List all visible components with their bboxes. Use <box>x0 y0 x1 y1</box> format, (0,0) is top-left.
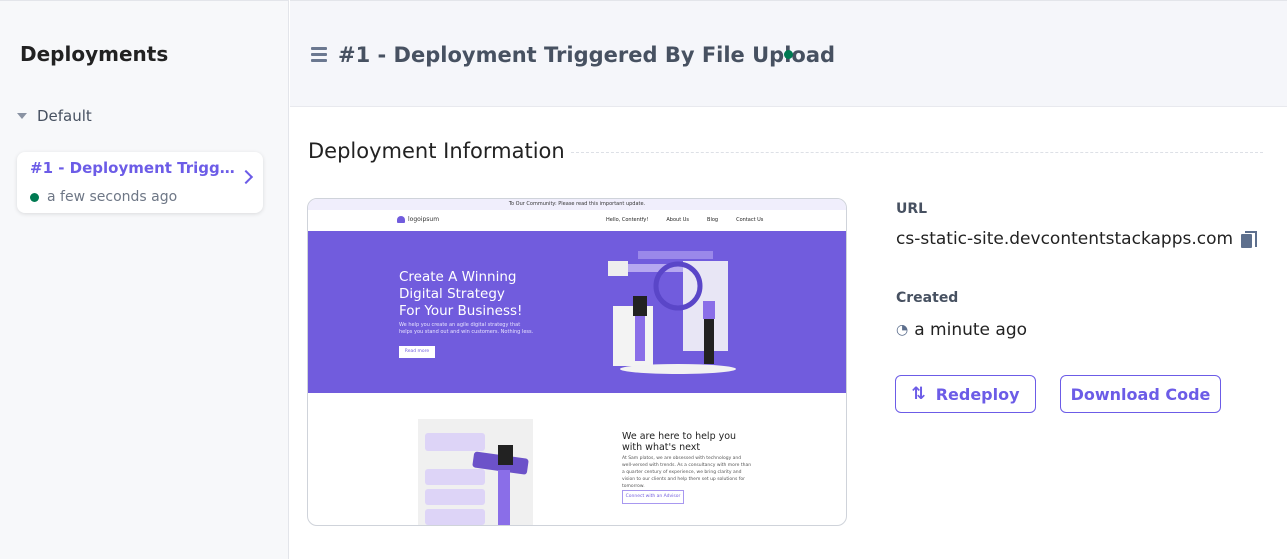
url-label: URL <box>896 201 928 217</box>
redeploy-label: Redeploy <box>935 384 1020 404</box>
sidebar: Deployments Default #1 - Deployment Trig… <box>0 0 289 559</box>
group-default-toggle[interactable]: Default <box>17 107 92 125</box>
preview-nav-item: Hello, Contentfy! <box>606 217 649 223</box>
preview-banner: To Our Community: Please read this impor… <box>308 199 846 210</box>
preview-hero-title: Create A Winning Digital Strategy For Yo… <box>399 269 523 319</box>
advisor-illustration <box>418 419 533 525</box>
preview-section-text: At Sam platos, we are obsessed with tech… <box>622 456 752 489</box>
preview-section-button: Connect with an Advisor <box>622 490 684 504</box>
deployment-time: a few seconds ago <box>47 189 178 205</box>
caret-down-icon <box>17 113 27 119</box>
preview-nav-item: Contact Us <box>736 217 764 223</box>
preview-logo: logoipsum <box>397 216 439 223</box>
preview-nav-item: About Us <box>666 217 690 223</box>
download-code-button[interactable]: Download Code <box>1060 375 1221 413</box>
preview-hero-text: We help you create an agile digital stra… <box>399 322 534 335</box>
menu-icon[interactable] <box>311 47 327 65</box>
url-link[interactable]: cs-static-site.devcontentstackapps.com <box>896 229 1233 249</box>
preview-hero-button: Read more <box>399 346 435 358</box>
sidebar-title: Deployments <box>20 42 169 66</box>
deployment-card[interactable]: #1 - Deployment Triggered By File Upload… <box>17 152 263 213</box>
created-label: Created <box>896 290 959 306</box>
hero-illustration <box>608 251 736 374</box>
deployment-title: #1 - Deployment Triggered By File Upload <box>30 159 240 177</box>
group-label: Default <box>37 107 92 125</box>
page-title: #1 - Deployment Triggered By File Upload <box>338 43 836 67</box>
redeploy-button[interactable]: ⇅ Redeploy <box>895 375 1036 413</box>
preview-section-title: We are here to help you with what's next <box>622 431 737 453</box>
status-dot-icon <box>30 192 39 202</box>
status-dot-icon <box>784 50 793 59</box>
clock-icon: ◔ <box>896 322 909 338</box>
site-preview: To Our Community: Please read this impor… <box>307 198 847 526</box>
created-value: a minute ago <box>914 320 1028 340</box>
divider <box>571 152 1263 153</box>
section-title: Deployment Information <box>308 139 565 163</box>
preview-nav-item: Blog <box>707 217 719 223</box>
logo-text: logoipsum <box>408 216 440 223</box>
chevron-right-icon <box>238 169 254 185</box>
copy-icon[interactable] <box>1241 230 1258 248</box>
page-header: #1 - Deployment Triggered By File Upload <box>290 0 1287 107</box>
redeploy-icon: ⇅ <box>911 384 926 404</box>
